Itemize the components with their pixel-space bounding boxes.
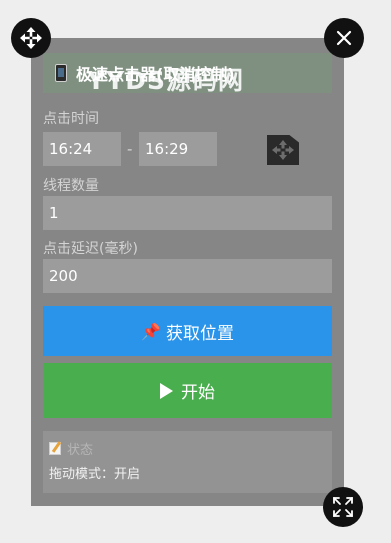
- drag-handle[interactable]: [267, 135, 299, 165]
- start-time-field[interactable]: 16:24: [43, 132, 121, 166]
- click-time-label: 点击时间: [43, 111, 99, 127]
- status-panel: 状态 拖动模式：开启: [43, 431, 332, 493]
- start-label: 开始: [181, 383, 215, 403]
- thread-count-input[interactable]: 1: [43, 196, 332, 230]
- resize-button[interactable]: [323, 487, 363, 527]
- close-icon: [336, 30, 352, 46]
- watermark-text: YYDS源码网: [87, 66, 244, 95]
- close-button[interactable]: [324, 18, 364, 58]
- status-text: 拖动模式：开启: [49, 467, 141, 482]
- end-time-field[interactable]: 16:29: [139, 132, 217, 166]
- memo-icon: [49, 442, 61, 455]
- clicker-panel: 极速点击器(取消控制) 点击时间 16:24 - 16:29 线程数量 1 点击…: [31, 38, 344, 506]
- start-button[interactable]: 开始: [43, 363, 332, 418]
- get-position-label: 获取位置: [165, 323, 234, 344]
- get-position-button[interactable]: 📌 获取位置: [43, 306, 332, 356]
- click-delay-label: 点击延迟(毫秒): [43, 241, 138, 257]
- expand-icon: [333, 497, 353, 517]
- pushpin-icon: 📌: [141, 321, 161, 341]
- play-icon: [160, 382, 173, 399]
- move-icon: [20, 27, 42, 49]
- time-separator: -: [127, 140, 133, 158]
- phone-icon: [55, 64, 67, 82]
- app-stage: 极速点击器(取消控制) 点击时间 16:24 - 16:29 线程数量 1 点击…: [0, 0, 391, 543]
- status-header: 状态: [49, 439, 326, 458]
- click-delay-input[interactable]: 200: [43, 259, 332, 293]
- move-window-button[interactable]: [11, 18, 51, 58]
- status-title: 状态: [67, 443, 94, 458]
- move-icon: [272, 140, 294, 160]
- thread-count-label: 线程数量: [43, 178, 99, 194]
